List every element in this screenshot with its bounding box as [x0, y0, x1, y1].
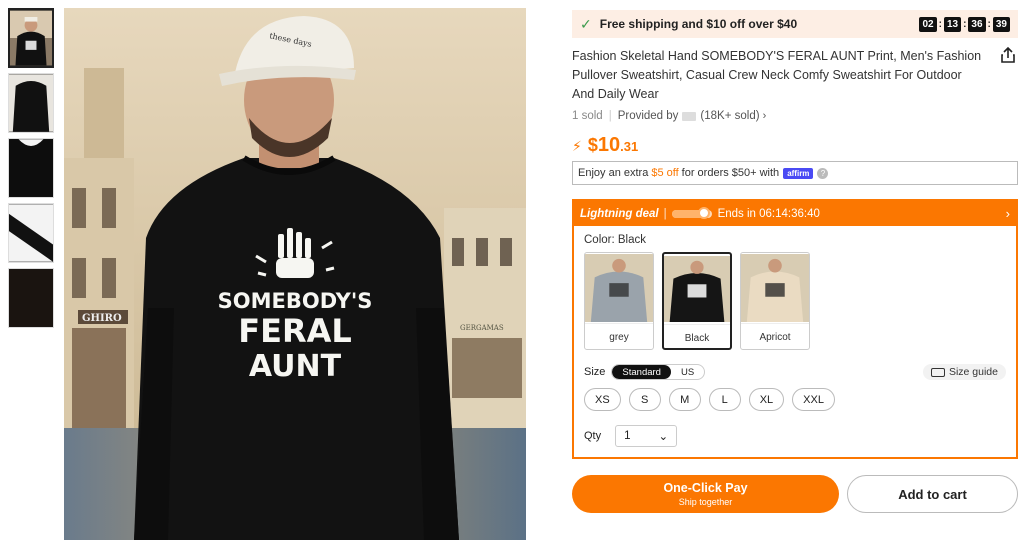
size-option-s[interactable]: S — [628, 388, 661, 411]
grey-swatch-image — [585, 254, 653, 322]
size-label: Size — [584, 366, 606, 378]
lightning-deal-box: Lightning deal | Ends in 06:14:36:40 › C… — [572, 199, 1018, 459]
qty-label: Qty — [584, 430, 602, 442]
deal-separator: | — [663, 207, 667, 220]
thumbnail-1[interactable] — [8, 8, 54, 68]
color-name-apricot: Apricot — [741, 323, 809, 349]
thumbnail-2[interactable] — [8, 73, 54, 133]
product-title: Fashion Skeletal Hand SOMEBODY'S FERAL A… — [572, 49, 982, 101]
size-option-m[interactable]: M — [668, 388, 701, 411]
store-logo-icon — [682, 111, 697, 121]
apricot-swatch-image — [741, 254, 809, 322]
quantity-row: Qty 1 ⌄ — [584, 425, 1006, 447]
color-label: Color: Black — [584, 234, 646, 246]
quantity-select[interactable]: 1 ⌄ — [615, 425, 678, 447]
color-option-grey[interactable]: grey — [584, 252, 654, 350]
affirm-amount: $5 off — [651, 167, 679, 179]
countdown-timer: 02 : 13 : 36 : 39 — [919, 16, 1010, 32]
size-guide-label: Size guide — [948, 366, 998, 378]
deal-ends-in: Ends in 06:14:36:40 — [717, 207, 820, 220]
color-swatches: grey Black Apricot — [584, 252, 1006, 350]
store-sold-count[interactable]: (18K+ sold) — [700, 110, 759, 122]
shirt-text-line2: FERAL — [238, 312, 352, 350]
black-swatch-image — [664, 256, 730, 322]
thumbnail-5[interactable] — [8, 268, 54, 328]
chevron-down-icon: ⌄ — [658, 431, 669, 443]
color-name-grey: grey — [585, 323, 653, 349]
provided-by-label: Provided by — [617, 110, 679, 122]
size-option-l[interactable]: L — [708, 388, 741, 411]
share-icon[interactable] — [998, 45, 1018, 65]
size-guide-button[interactable]: Size guide — [922, 364, 1006, 380]
affirm-prefix: Enjoy an extra — [578, 167, 649, 179]
thumbnail-3[interactable] — [8, 138, 54, 198]
main-product-photo: GHIRO GERGAMAS these days SOMEBODY'S FER… — [64, 8, 526, 540]
check-icon: ✓ — [580, 15, 592, 32]
deal-progress-bar — [671, 206, 712, 219]
thumbnail-2-image — [9, 74, 53, 132]
lightning-deal-header[interactable]: Lightning deal | Ends in 06:14:36:40 › — [574, 201, 1016, 226]
size-standard-toggle: Standard US — [611, 364, 706, 380]
thumbnail-3-image — [9, 139, 53, 197]
size-standard-option[interactable]: Standard — [612, 365, 671, 379]
thumbnail-4[interactable] — [8, 203, 54, 263]
product-meta: 1 sold | Provided by (18K+ sold) › — [572, 110, 767, 122]
shirt-text-line1: SOMEBODY'S — [218, 289, 373, 313]
ship-together-label: Ship together — [678, 497, 733, 507]
thumbnail-strip — [8, 8, 54, 333]
right-store-sign: GERGAMAS — [460, 324, 504, 332]
timer-seconds: 36 — [968, 16, 986, 32]
affirm-suffix: for orders $50+ with — [681, 167, 780, 179]
size-options: XS S M L XL XXL — [584, 388, 1006, 411]
affirm-offer[interactable]: Enjoy an extra $5 off for orders $50+ wi… — [572, 161, 1018, 185]
size-row: Size Standard US Size guide — [584, 364, 1006, 380]
price-currency: $ — [587, 135, 598, 155]
thumbnail-4-image — [9, 204, 53, 262]
promo-text: Free shipping and $10 off over $40 — [599, 17, 798, 31]
main-product-image[interactable]: GHIRO GERGAMAS these days SOMEBODY'S FER… — [64, 8, 526, 540]
thumbnail-1-image — [10, 10, 52, 66]
left-store-sign: GHIRO — [82, 313, 122, 324]
help-icon[interactable]: ? — [817, 167, 829, 179]
size-option-xl[interactable]: XL — [748, 388, 785, 411]
price: ⚡ $ 10 .31 — [572, 134, 1018, 157]
size-option-xs[interactable]: XS — [584, 388, 621, 411]
price-decimal: .31 — [620, 139, 639, 154]
color-option-black[interactable]: Black — [662, 252, 732, 350]
timer-centiseconds: 39 — [992, 16, 1010, 32]
ruler-icon — [930, 367, 945, 377]
chevron-right-icon[interactable]: › — [1006, 206, 1010, 221]
size-us-option[interactable]: US — [671, 365, 704, 379]
price-integer: 10 — [597, 134, 621, 156]
product-info-panel: ✓ Free shipping and $10 off over $40 02 … — [572, 10, 1018, 513]
thumbnail-5-image — [9, 269, 53, 327]
affirm-logo: affirm — [783, 167, 814, 179]
timer-hours: 02 — [919, 16, 937, 32]
sold-count: 1 sold — [572, 110, 603, 122]
lightning-icon: ⚡ — [572, 138, 582, 154]
chevron-right-icon[interactable]: › — [763, 110, 767, 122]
one-click-pay-button[interactable]: One-Click Pay Ship together — [572, 475, 839, 513]
size-option-xxl[interactable]: XXL — [792, 388, 835, 411]
one-click-pay-label: One-Click Pay — [663, 481, 748, 495]
free-shipping-banner[interactable]: ✓ Free shipping and $10 off over $40 02 … — [572, 10, 1018, 38]
purchase-actions: One-Click Pay Ship together Add to cart — [572, 475, 1018, 513]
color-option-apricot[interactable]: Apricot — [740, 252, 810, 350]
shirt-text-line3: AUNT — [249, 349, 342, 384]
deal-progress-knob — [697, 206, 710, 219]
qty-value: 1 — [624, 430, 631, 442]
timer-minutes: 13 — [943, 16, 962, 32]
add-to-cart-button[interactable]: Add to cart — [847, 475, 1018, 513]
color-name-black: Black — [664, 324, 730, 348]
deal-title: Lightning deal — [580, 207, 659, 220]
